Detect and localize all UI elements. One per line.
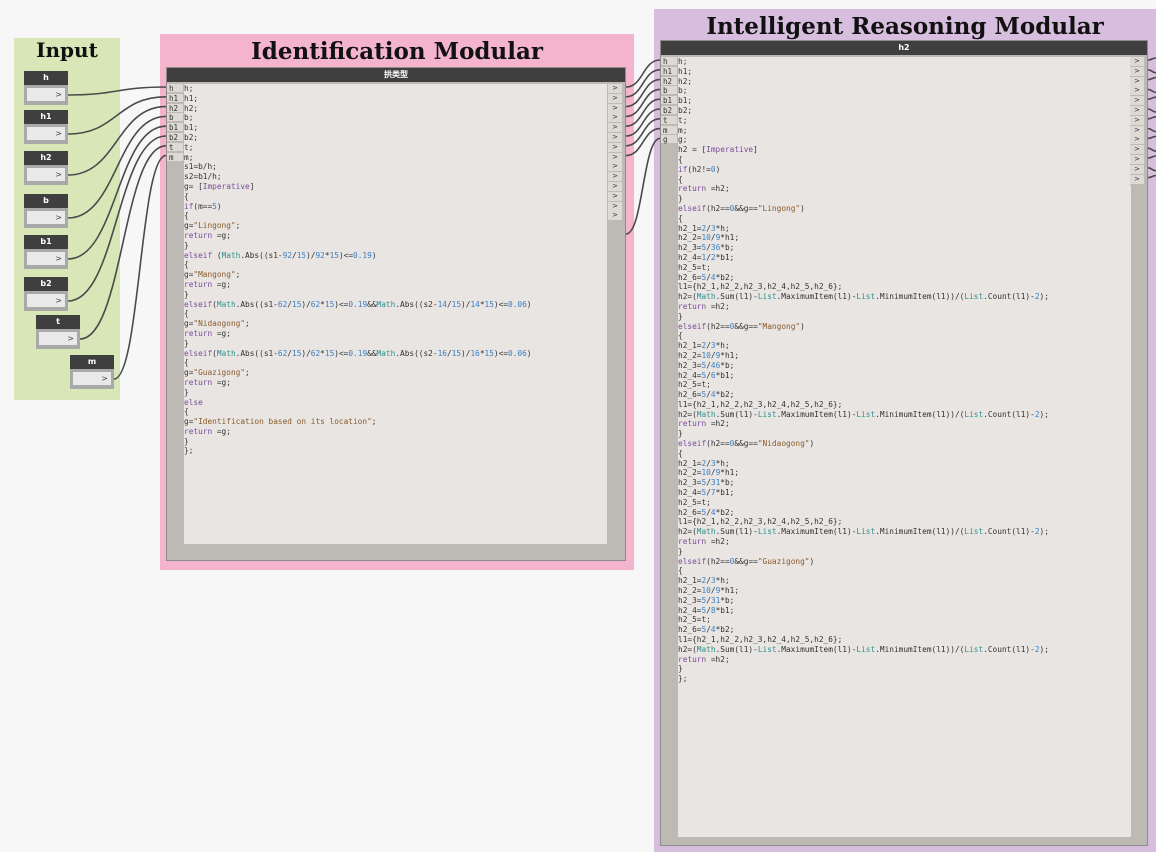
wire-reasoning-out[interactable] (1147, 127, 1156, 133)
wire-reasoning-out[interactable] (1147, 147, 1156, 152)
wire-reasoning-out[interactable] (1147, 57, 1156, 61)
wire-reasoning-out[interactable] (1147, 88, 1156, 94)
wire-reasoning-out[interactable] (1147, 108, 1156, 113)
wire-reasoning-out[interactable] (1147, 76, 1156, 81)
wire-reasoning-out[interactable] (1147, 174, 1156, 179)
wire-input-m[interactable] (113, 154, 167, 380)
wire-reasoning-out[interactable] (1147, 167, 1156, 172)
wire-input-b1[interactable] (67, 125, 167, 260)
wire-reasoning-out[interactable] (1147, 96, 1156, 100)
wire-to-reasoning-g[interactable] (625, 137, 661, 235)
wire-reasoning-out[interactable] (1147, 116, 1156, 120)
connection-wires (67, 57, 1156, 380)
wire-input-h1[interactable] (67, 96, 167, 135)
wire-reasoning-out[interactable] (1147, 69, 1156, 74)
wire-reasoning-out[interactable] (1147, 155, 1156, 159)
wire-input-b2[interactable] (67, 135, 167, 302)
wire-reasoning-out[interactable] (1147, 135, 1156, 140)
wire-input-h[interactable] (67, 86, 167, 96)
